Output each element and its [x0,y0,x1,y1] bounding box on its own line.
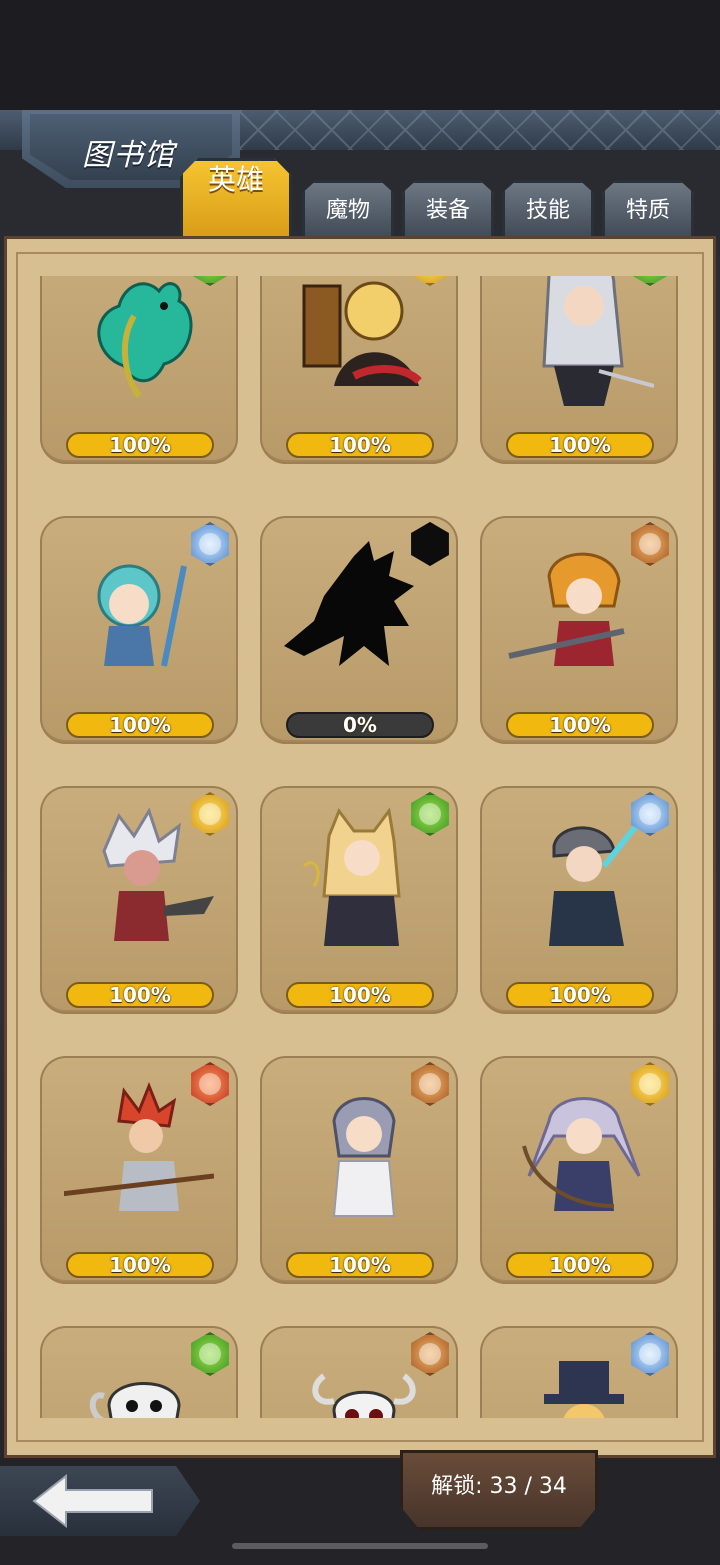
hero-progress: 100% [66,982,214,1008]
banner-pattern [240,110,720,150]
tab-equipment[interactable]: 装备 [402,180,494,240]
hero-progress: 100% [286,432,434,458]
hero-progress: 100% [66,432,214,458]
hero-progress: 100% [506,432,654,458]
hero-card-locked[interactable]: 0% [260,516,458,744]
hero-progress: 100% [506,712,654,738]
hero-card[interactable] [480,1326,678,1418]
hero-portrait-phoenix [97,282,193,398]
hero-card[interactable] [40,1326,238,1418]
hero-progress: 100% [66,712,214,738]
page-title: 图书馆 [82,138,175,173]
unlock-counter: 解锁: 33 / 34 [431,1474,567,1499]
hero-progress: 0% [286,712,434,738]
unlock-counter-plate: 解锁: 33 / 34 [400,1450,598,1530]
category-tabs: 英雄 魔物 装备 技能 特质 [180,158,720,242]
hero-progress: 100% [506,982,654,1008]
hero-card[interactable]: 100% [40,786,238,1014]
hero-card[interactable]: 100% [40,516,238,744]
hero-card[interactable]: 100% [480,516,678,744]
home-indicator [232,1543,488,1549]
hero-card[interactable]: 100% [480,276,678,464]
hero-progress: 100% [66,1252,214,1278]
back-arrow-icon [32,1474,153,1528]
hero-progress: 100% [506,1252,654,1278]
hero-portrait-silver-knight [542,276,654,406]
tab-skills[interactable]: 技能 [502,180,594,240]
hero-grid[interactable]: 100% 100% 100% 100% 0% 100% 100% 100% 10… [30,276,690,1418]
hero-card[interactable]: 100% [40,1056,238,1284]
hero-progress: 100% [286,1252,434,1278]
tab-heroes[interactable]: 英雄 [180,158,292,242]
hero-card[interactable] [260,1326,458,1418]
tab-monsters[interactable]: 魔物 [302,180,394,240]
back-button[interactable] [0,1466,200,1536]
hero-card[interactable]: 100% [40,276,238,464]
status-bar-area [0,0,720,110]
hero-card[interactable]: 100% [480,1056,678,1284]
hero-card[interactable]: 100% [480,786,678,1014]
hero-card[interactable]: 100% [260,786,458,1014]
hero-card[interactable]: 100% [260,1056,458,1284]
hero-card[interactable]: 100% [260,276,458,464]
tab-traits[interactable]: 特质 [602,180,694,240]
hero-portrait-golden-warrior [302,281,422,386]
hero-progress: 100% [286,982,434,1008]
